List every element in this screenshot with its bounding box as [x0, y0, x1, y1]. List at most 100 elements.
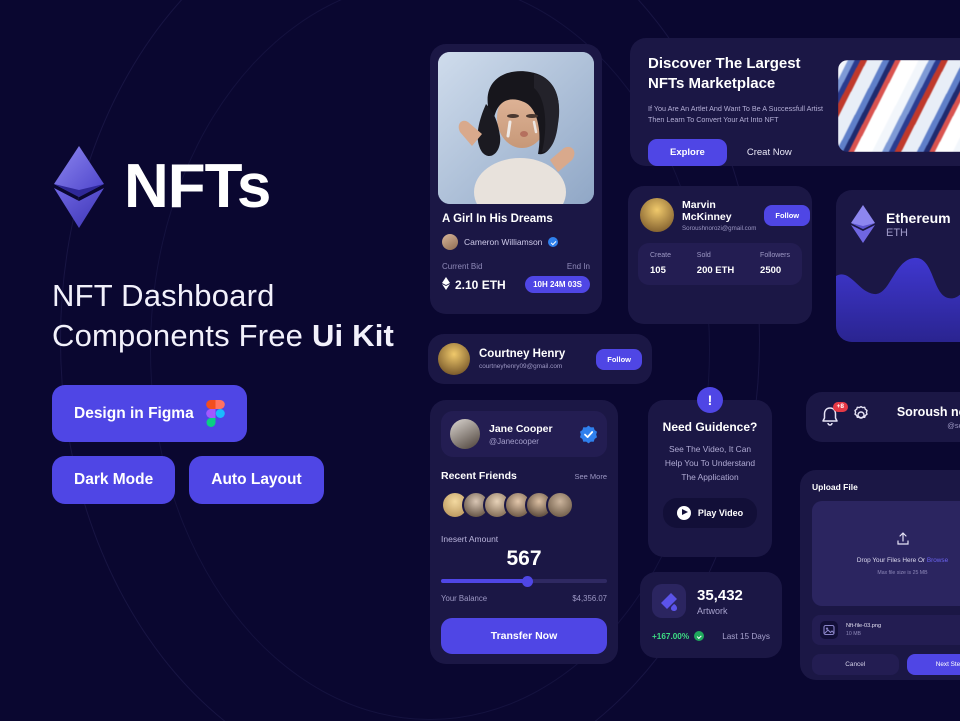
design-in-figma-label: Design in Figma [74, 404, 194, 422]
next-step-button[interactable]: Next Step [906, 654, 960, 675]
notification-user: Soroush norozy @soroushnrz [897, 405, 960, 430]
stat-sold: Sold 200 ETH [697, 252, 735, 276]
wallet-user-handle: @Janecooper [489, 436, 539, 446]
wallet-user-name: Jane Cooper [489, 422, 553, 435]
artwork-percent: +167.00% [652, 631, 690, 641]
bell-icon[interactable]: +8 [820, 402, 848, 428]
explore-button[interactable]: Explore [648, 138, 727, 166]
exclamation-icon: ! [697, 387, 723, 413]
play-video-button[interactable]: Play Video [662, 497, 758, 528]
design-in-figma-button[interactable]: Design in Figma [52, 385, 247, 443]
slider-fill [441, 579, 528, 583]
banner-paragraph: If You Are An Artlet And Want To Be A Su… [648, 103, 848, 125]
stat-label: Create [650, 252, 672, 259]
browse-link[interactable]: Browse [927, 557, 948, 564]
stat-label: Followers [760, 252, 790, 259]
uploaded-file-size: 10 MB [846, 631, 861, 637]
nft-auction-card[interactable]: A Girl In His Dreams Cameron Williamson … [430, 44, 602, 314]
nft-bid-labels: Current Bid End In [442, 262, 590, 271]
follow-button[interactable]: Follow [764, 204, 811, 226]
dropzone-text: Drop Your Files Here Or Browse [857, 557, 948, 564]
artwork-stat-footer: +167.00% Last 15 Days [652, 631, 770, 641]
hero-logo-row: NFTs [52, 144, 432, 230]
artwork-stat-card: 35,432 Artwork +167.00% Last 15 Days [640, 572, 782, 658]
artwork-brush-icon [652, 584, 686, 618]
countdown-chip[interactable]: 10H 24M 03S [525, 276, 590, 293]
wallet-transfer-card: Jane Cooper @Janecooper Recent Friends S… [430, 400, 618, 664]
hero-subtitle-plain: Components Free [52, 317, 312, 353]
avatar [438, 343, 470, 375]
play-circle-icon [676, 505, 691, 520]
artwork-percent-group: +167.00% [652, 631, 705, 641]
artwork-count: 35,432 [697, 586, 743, 604]
notification-bar: +8 Soroush norozy @soroushnrz [806, 392, 960, 442]
transfer-now-button[interactable]: Transfer Now [441, 618, 607, 654]
gear-icon[interactable] [851, 405, 871, 430]
courtney-identity: Courtney Henry courtneyhenry09@gmail.com [479, 348, 565, 370]
stat-label: Sold [696, 252, 711, 259]
file-dropzone[interactable]: Drop Your Files Here Or Browse Max file … [812, 501, 960, 606]
hero-button-row: Design in Figma Dark Mode Auto Layout [52, 385, 382, 505]
dropzone-prompt: Drop Your Files Here Or [856, 557, 927, 564]
creator-email: Soroushnorozi@gmail.com [682, 224, 757, 232]
ethereum-diamond-icon [52, 144, 106, 230]
auto-layout-button[interactable]: Auto Layout [189, 456, 324, 505]
wallet-user-header: Jane Cooper @Janecooper [441, 411, 607, 457]
trend-up-icon [694, 631, 705, 641]
ethereum-icon [442, 276, 450, 293]
creator-profile-card: Marvin McKinney Soroushnorozi@gmail.com … [628, 186, 812, 324]
notification-user-name: Soroush norozy [896, 404, 960, 419]
uploaded-file-name: Nft-file-03.png [846, 623, 882, 629]
banner-heading-line2: NFTs Marketplace [648, 74, 776, 92]
balance-row: Your Balance $4,356.07 [441, 594, 607, 603]
nft-author-name: Cameron Williamson [464, 237, 543, 247]
ethereum-area-chart [836, 250, 960, 342]
avatar [640, 198, 674, 232]
max-size-hint: Max file size is 25 MB [877, 570, 928, 576]
banner-paragraph-line1: If You Are An Artlet And Want To Be A Su… [648, 103, 823, 113]
see-more-link[interactable]: See More [574, 472, 607, 481]
uploaded-file-row[interactable]: Nft-file-03.png 10 MB [812, 615, 960, 645]
recent-friends-header: Recent Friends See More [441, 470, 607, 482]
creator-identity: Marvin McKinney Soroushnorozi@gmail.com [682, 199, 756, 232]
guidance-text-line2: Help You To Understand [664, 457, 756, 468]
follow-button[interactable]: Follow [596, 348, 642, 370]
create-now-button[interactable]: Creat Now [747, 147, 792, 158]
stat-value: 105 [650, 265, 666, 276]
cancel-button[interactable]: Cancel [812, 654, 899, 675]
marketplace-banner: Discover The Largest NFTs Marketplace If… [630, 38, 960, 166]
hero-subtitle-line1: NFT Dashboard [52, 278, 275, 313]
auto-layout-label: Auto Layout [211, 471, 302, 489]
file-image-icon [820, 621, 838, 639]
page-title: NFTs [124, 152, 271, 221]
guidance-text-line1: See The Video, It Can [668, 444, 752, 454]
banner-artwork-image [838, 60, 960, 152]
courtney-name: Courtney Henry [479, 348, 566, 360]
banner-heading: Discover The Largest NFTs Marketplace [648, 54, 853, 94]
dark-mode-label: Dark Mode [74, 471, 154, 489]
artwork-label: Artwork [697, 605, 728, 616]
courtney-profile-row: Courtney Henry courtneyhenry09@gmail.com… [428, 334, 652, 384]
avatar[interactable] [546, 491, 574, 519]
slider-knob[interactable] [521, 575, 533, 587]
guidance-title: Need Guidence? [662, 420, 758, 434]
ethereum-price-card: Ethereum ETH [836, 190, 960, 342]
guidance-text-line3: The Application [681, 471, 739, 482]
dark-mode-button[interactable]: Dark Mode [52, 456, 176, 505]
balance-value: $4,356.07 [572, 594, 607, 603]
upload-title: Upload File [812, 482, 858, 492]
stat-create: Create 105 [650, 252, 671, 276]
amount-slider[interactable] [441, 575, 607, 587]
ethereum-labels: Ethereum ETH [886, 210, 951, 239]
bid-value: 2.10 ETH [455, 277, 506, 292]
ethereum-name: Ethereum [886, 209, 951, 226]
creator-name: Marvin McKinney [682, 198, 732, 223]
creator-header: Marvin McKinney Soroushnorozi@gmail.com … [638, 196, 811, 232]
hero-subtitle-line2: Components Free Ui Kit [52, 316, 432, 356]
balance-label: Your Balance [441, 594, 488, 603]
wallet-user-identity: Jane Cooper @Janecooper [489, 423, 553, 446]
creator-stats: Create 105 Sold 200 ETH Followers 2500 [638, 243, 802, 285]
stat-value: 2500 [760, 265, 782, 276]
guidance-text: See The Video, It Can Help You To Unders… [660, 443, 760, 485]
artwork-stat-header: 35,432 Artwork [652, 584, 770, 618]
